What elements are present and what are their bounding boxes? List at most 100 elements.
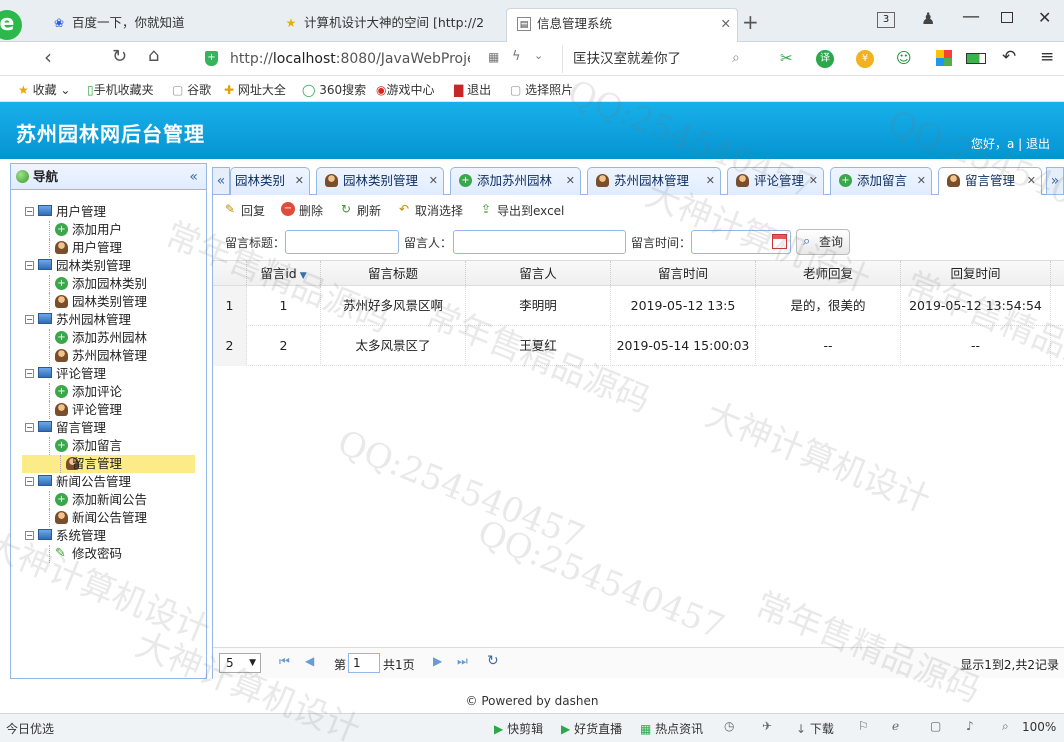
close-tab-icon[interactable]: ✕ [1027,168,1036,194]
time-filter-input[interactable] [691,230,791,254]
nav-item-2-1[interactable]: 苏州园林管理 [11,347,206,365]
column-header-2[interactable]: 留言人 [466,261,611,287]
reload-icon[interactable]: ↻ [487,653,499,669]
translate-icon[interactable]: 译 [816,50,834,68]
search-icon[interactable]: ⌕ [732,50,740,66]
first-page-icon[interactable]: ⏮ [279,654,290,669]
refresh-button[interactable]: ↻ 刷新 [339,202,381,219]
tools-icon[interactable]: ✈ [762,719,772,733]
emoji-icon[interactable]: ☺ [896,49,912,67]
collapse-icon[interactable]: « [189,164,198,190]
next-page-icon[interactable]: ▶ [433,654,442,668]
bookmark-360[interactable]: ◯ 360搜索 [302,81,366,98]
close-tab-icon[interactable]: ✕ [566,168,575,194]
nav-group-1[interactable]: − 园林类别管理 [11,257,206,275]
panel-tab-0[interactable]: 园林类别 ✕ [230,167,310,195]
last-page-icon[interactable]: ⏭ [457,654,468,669]
dropdown-chevron-icon[interactable]: ⌄ [534,49,543,62]
nav-item-6-0[interactable]: ✎ 修改密码 [11,545,206,563]
panel-tab-5[interactable]: + 添加留言 ✕ [830,167,932,195]
nav-item-4-1[interactable]: 留言管理 [22,455,195,473]
tabs-scroll-left-icon[interactable]: « [212,167,230,195]
nav-item-3-1[interactable]: 评论管理 [11,401,206,419]
bookmark-logout[interactable]: ▇ 退出 [454,81,491,98]
column-header-1[interactable]: 留言标题 [321,261,466,287]
nav-group-6[interactable]: − 系统管理 [11,527,206,545]
status-live-item[interactable]: ▶ 好货直播 [561,720,622,737]
calendar-icon[interactable] [772,234,787,249]
bookmark-google[interactable]: ▢ 谷歌 [172,81,211,98]
coin-icon[interactable]: ¥ [856,50,874,68]
nav-item-5-0[interactable]: + 添加新闻公告 [11,491,206,509]
close-tab-icon[interactable]: ✕ [917,168,926,194]
delete-button[interactable]: − 删除 [281,202,323,219]
status-left-text[interactable]: 今日优选 [6,720,54,737]
close-tab-icon[interactable]: ✕ [809,168,818,194]
close-tab-icon[interactable]: ✕ [429,168,438,194]
column-header-3[interactable]: 留言时间 [611,261,756,287]
reload-icon[interactable]: ↻ [112,46,127,67]
zoom-level[interactable]: 100% [1022,720,1056,734]
ie-icon[interactable]: ℯ [892,719,899,733]
nav-group-2[interactable]: − 苏州园林管理 [11,311,206,329]
nav-group-4[interactable]: − 留言管理 [11,419,206,437]
window-icon[interactable]: ▢ [930,719,941,733]
collapse-minus-icon[interactable]: − [25,477,34,486]
collapse-minus-icon[interactable]: − [25,261,34,270]
person-filter-input[interactable] [453,230,626,254]
nav-item-0-1[interactable]: 用户管理 [11,239,206,257]
undo-icon[interactable]: ↶ [1002,47,1016,67]
nav-group-3[interactable]: − 评论管理 [11,365,206,383]
table-row[interactable]: 2 2 太多风景区了 王夏红 2019-05-14 15:00:03 -- -- [213,326,1064,366]
bookmark-urls[interactable]: ✚ 网址大全 [224,81,286,98]
home-icon[interactable]: ⌂ [148,45,159,66]
collapse-minus-icon[interactable]: − [25,369,34,378]
panel-tab-3[interactable]: 苏州园林管理 ✕ [587,167,721,195]
prev-page-icon[interactable]: ◀ [305,654,314,668]
table-row[interactable]: 1 1 苏州好多风景区啊 李明明 2019-05-12 13:5 是的，很美的 2019-0… [213,286,1064,326]
collapse-minus-icon[interactable]: − [25,531,34,540]
scissors-icon[interactable]: ✂ [780,49,793,67]
minimize-icon[interactable]: — [962,6,980,27]
nav-group-5[interactable]: − 新闻公告管理 [11,473,206,491]
tabs-scroll-right-icon[interactable]: » [1046,167,1064,195]
lightning-icon[interactable]: ϟ [512,49,521,64]
nav-group-0[interactable]: − 用户管理 [11,203,206,221]
flag-icon[interactable]: ⚐ [858,719,869,733]
nav-item-5-1[interactable]: 新闻公告管理 [11,509,206,527]
sound-icon[interactable]: ♪ [966,719,974,733]
status-news-item[interactable]: ▦ 热点资讯 [640,720,703,737]
url-input[interactable]: http://localhost:8080/JavaWebProje [230,45,470,73]
tab-count-badge[interactable]: 3 [877,12,895,28]
browser-tab-baidu[interactable]: ❀ 百度一下，你就知道 [42,8,272,42]
maximize-icon[interactable] [1001,12,1013,23]
new-tab-icon[interactable]: + [742,10,759,34]
nav-item-0-0[interactable]: + 添加用户 [11,221,206,239]
bookmark-photo[interactable]: ▢ 选择照片 [510,81,573,98]
greeting-logout-link[interactable]: 您好，a | 退出 [971,135,1050,152]
close-tab-icon[interactable]: ✕ [295,168,304,194]
back-icon[interactable]: ‹ [44,45,52,69]
browser-search-input[interactable]: 匡扶汉室就差你了 [562,45,752,73]
browser-tab-space[interactable]: ★ 计算机设计大神的空间 [http://2 [274,8,504,42]
close-tab-icon[interactable]: ✕ [706,168,715,194]
collapse-minus-icon[interactable]: − [25,423,34,432]
browser-tab-active[interactable]: ▤ 信息管理系统 ✕ [506,8,738,42]
export-excel-button[interactable]: ⇪ 导出到excel [479,202,564,219]
column-header-0[interactable]: 留言id ▼ [247,261,321,287]
collapse-minus-icon[interactable]: − [25,315,34,324]
title-filter-input[interactable] [285,230,399,254]
nav-item-4-0[interactable]: + 添加留言 [11,437,206,455]
menu-icon[interactable]: ≡ [1040,47,1054,67]
nav-item-1-1[interactable]: 园林类别管理 [11,293,206,311]
close-tab-icon[interactable]: ✕ [721,9,731,39]
bookmark-mobile[interactable]: ▯手机收藏夹 [87,81,154,98]
nav-item-2-0[interactable]: + 添加苏州园林 [11,329,206,347]
bookmark-favorites[interactable]: ★ 收藏 ⌄ [18,81,70,98]
panel-tab-2[interactable]: + 添加苏州园林 ✕ [450,167,581,195]
close-window-icon[interactable]: ✕ [1038,8,1051,27]
collapse-minus-icon[interactable]: − [25,207,34,216]
battery-icon[interactable] [966,53,986,64]
panel-tab-1[interactable]: 园林类别管理 ✕ [316,167,444,195]
panel-tab-6[interactable]: 留言管理 ✕ [938,167,1042,196]
